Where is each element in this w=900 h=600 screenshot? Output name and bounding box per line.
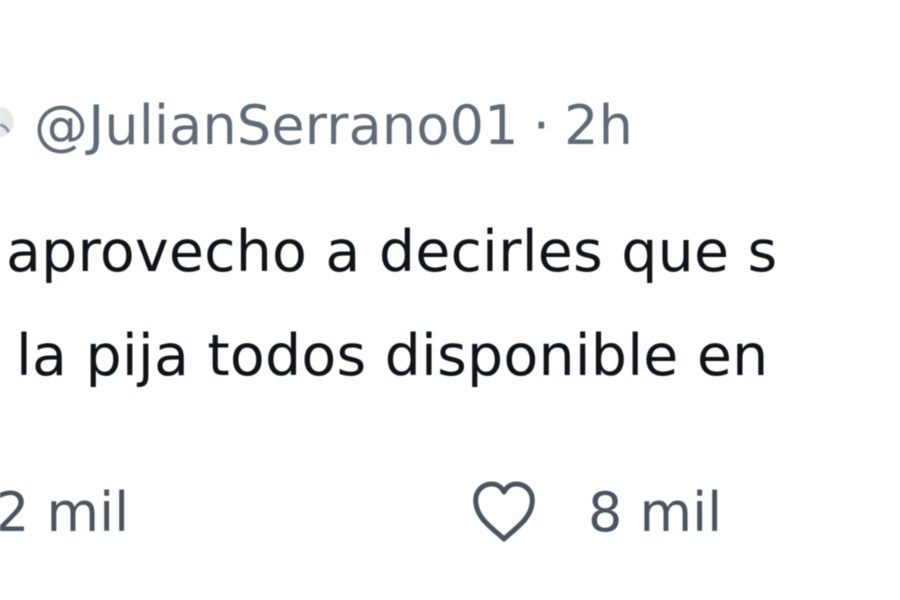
author-handle[interactable]: @JulianSerrano01 — [34, 94, 519, 157]
tweet-text: aprovecho a decirles que s la pija todos… — [0, 200, 900, 408]
engagement-count-left[interactable]: 2 mil — [0, 464, 129, 560]
avatar-icon[interactable] — [0, 105, 16, 139]
left-count: 2 mil — [0, 480, 130, 544]
meta-separator: · — [532, 93, 551, 157]
tweet-card: @JulianSerrano01 · 2h aprovecho a decirl… — [0, 0, 900, 600]
heart-icon — [473, 481, 535, 542]
tweet-text-line: la pija todos disponible en — [16, 323, 769, 389]
tweet-meta: @JulianSerrano01 · 2h — [34, 86, 633, 164]
like-button[interactable]: 8 mil — [468, 464, 722, 560]
tweet-time[interactable]: 2h — [564, 94, 633, 157]
tweet-text-line: aprovecho a decirles que s — [6, 219, 778, 285]
like-count: 8 mil — [588, 480, 723, 544]
